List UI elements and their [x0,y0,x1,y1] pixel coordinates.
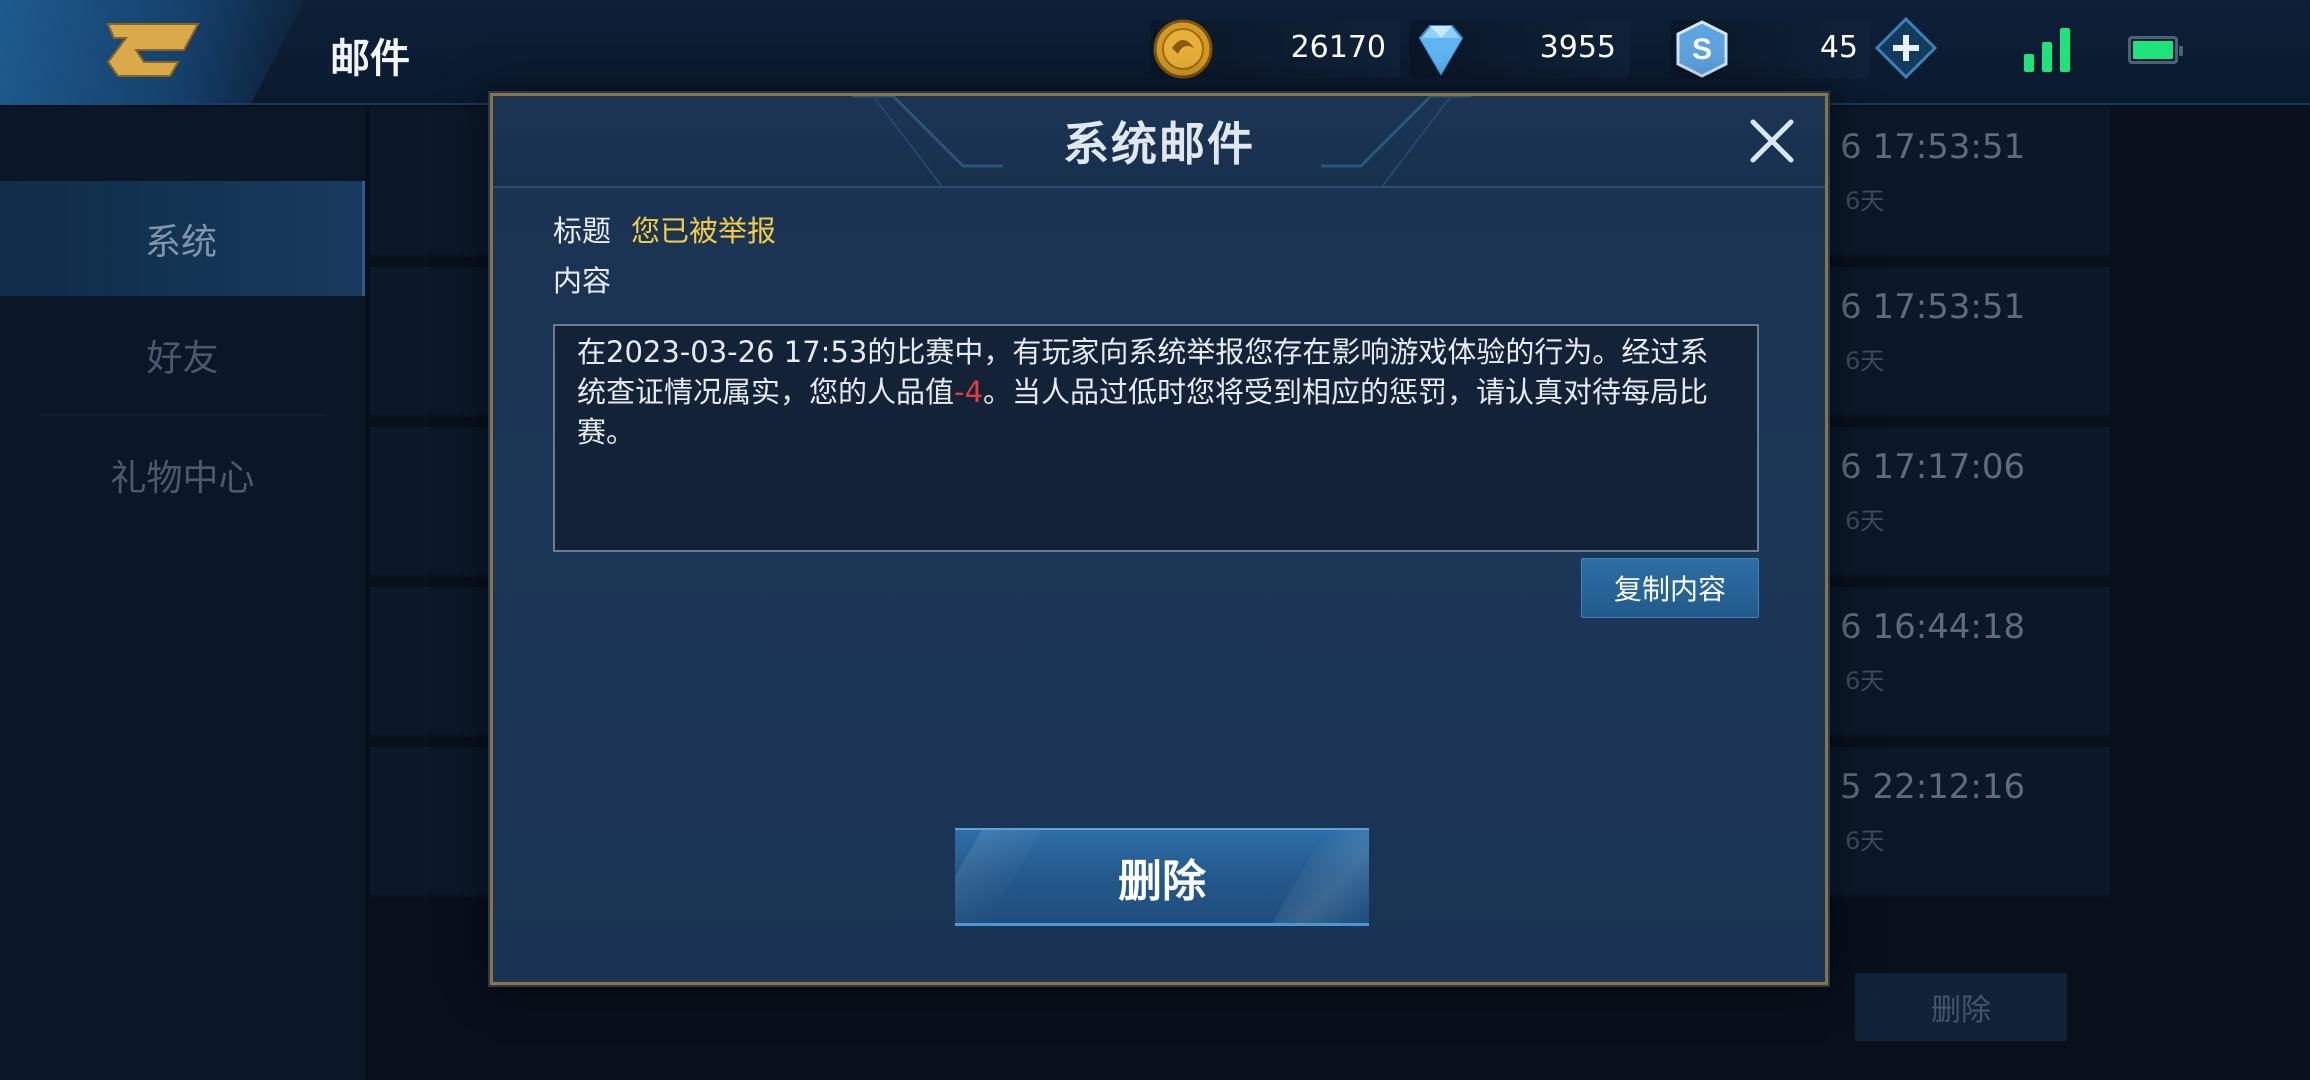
battery-icon [2128,36,2183,64]
voucher-icon: S [1676,20,1728,78]
voucher-amount: 45 [1819,30,1858,65]
delete-all-button[interactable]: 删除 [1855,973,2067,1041]
gold-coin-icon [1153,19,1213,79]
diamond-currency: 3955 [1410,20,1630,78]
signal-strength-icon [2024,24,2076,72]
dialog-header: 系统邮件 [493,96,1825,188]
mail-expiry: 6天 [1845,347,1885,375]
close-icon[interactable] [1745,114,1799,168]
sidebar-divider [40,414,325,416]
mail-time: 6 17:17:06 [1840,447,2026,487]
button-sheen-decoration [1272,830,1369,923]
gold-amount: 26170 [1290,30,1386,65]
voucher-currency: S 45 [1670,20,1870,78]
sidebar-item-friends[interactable]: 好友 [0,297,365,412]
subject-label: 标题 [553,214,612,248]
mail-category-sidebar: 系统 好友 礼物中心 [0,107,365,1080]
copy-content-button[interactable]: 复制内容 [1581,558,1759,618]
system-mail-dialog: 系统邮件 标题 您已被举报 内容 在2023-03-26 17:53的比赛中，有… [490,93,1828,985]
mail-expiry: 6天 [1845,827,1885,855]
sidebar-item-system[interactable]: 系统 [0,181,365,296]
svg-text:S: S [1692,33,1712,66]
mail-time: 6 17:53:51 [1840,127,2026,167]
mail-time: 6 16:44:18 [1840,607,2026,647]
button-sheen-decoration [955,830,1042,923]
reputation-penalty-value: -4 [954,375,983,409]
mail-time: 6 17:53:51 [1840,287,2026,327]
sidebar-item-gift-center[interactable]: 礼物中心 [0,417,365,532]
diamond-icon [1418,25,1464,76]
diamond-amount: 3955 [1539,30,1616,65]
back-arrow-icon [106,23,200,77]
gold-currency: 26170 [1150,19,1400,79]
subject-value: 您已被举报 [631,214,777,248]
page-title: 邮件 [330,36,410,82]
back-button[interactable] [0,0,305,105]
mail-expiry: 6天 [1845,187,1885,215]
mail-expiry: 6天 [1845,507,1885,535]
delete-mail-label: 删除 [1118,855,1206,907]
dialog-title: 系统邮件 [1063,117,1255,171]
delete-mail-button[interactable]: 删除 [955,828,1369,926]
mail-time: 5 22:12:16 [1840,767,2026,807]
add-currency-plus-icon[interactable] [1875,17,1937,79]
mail-content-box: 在2023-03-26 17:53的比赛中，有玩家向系统举报您存在影响游戏体验的… [553,324,1759,552]
top-bar: 邮件 26170 3955 S 45 [0,0,2310,105]
mail-expiry: 6天 [1845,667,1885,695]
content-label: 内容 [553,264,612,298]
